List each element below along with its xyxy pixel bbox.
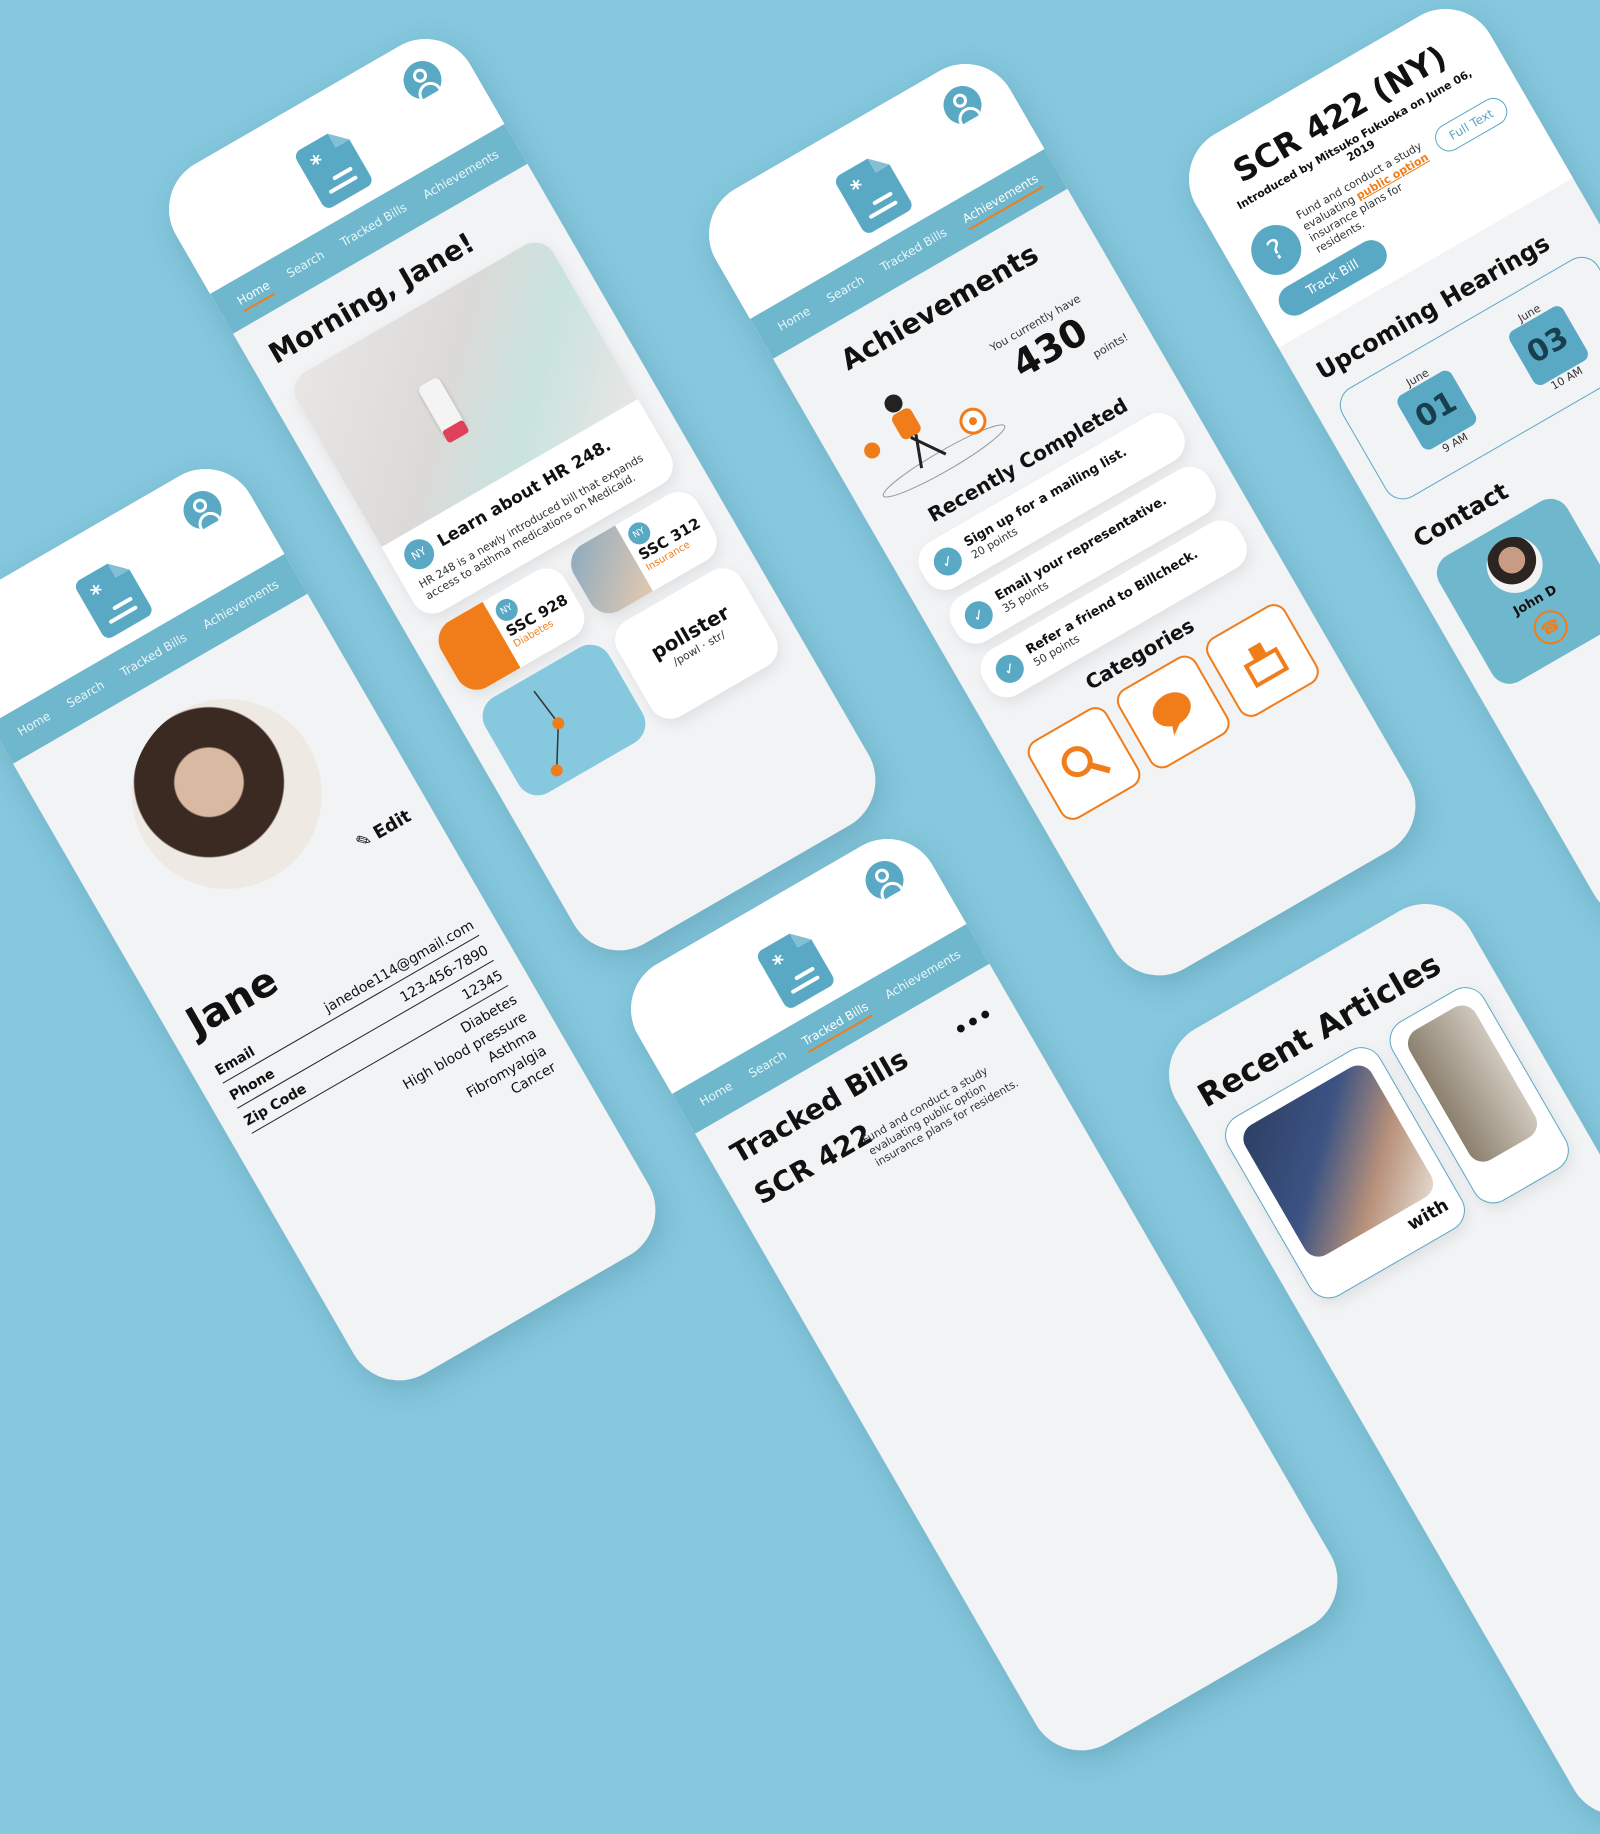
- tab-home[interactable]: Home: [15, 709, 54, 741]
- tracked-bills-screen: * Home Search Tracked Bills Achievements…: [612, 820, 1356, 1769]
- help-icon[interactable]: ?: [1242, 216, 1310, 284]
- state-badge: NY: [399, 534, 440, 575]
- magnifier-icon: [1050, 729, 1118, 797]
- ballot-box-icon: [1228, 626, 1296, 694]
- edit-button[interactable]: Edit: [370, 806, 415, 844]
- tab-search[interactable]: Search: [64, 677, 108, 712]
- tab-home[interactable]: Home: [235, 278, 275, 312]
- profile-photo: [97, 664, 357, 924]
- profile-avatar-button[interactable]: [937, 79, 989, 131]
- checkmark-icon: ✓: [991, 650, 1029, 688]
- profile-avatar-button[interactable]: [177, 484, 229, 536]
- phone-call-icon[interactable]: ☎: [1527, 604, 1573, 650]
- billcheck-logo-icon: *: [755, 926, 836, 1011]
- tab-search[interactable]: Search: [746, 1047, 790, 1082]
- tab-home[interactable]: Home: [697, 1079, 736, 1111]
- profile-avatar-button[interactable]: [397, 54, 449, 106]
- checkmark-icon: ✓: [929, 542, 967, 580]
- hearing-item[interactable]: June 01 9 AM: [1388, 357, 1486, 464]
- hearing-item[interactable]: June 03 10 AM: [1499, 292, 1597, 399]
- more-options-icon[interactable]: •••: [949, 1002, 998, 1045]
- billcheck-logo-icon: *: [73, 556, 154, 641]
- billcheck-logo-icon: *: [833, 151, 914, 236]
- profile-avatar-button[interactable]: [859, 854, 911, 906]
- articles-content: Recent Articles with: [1150, 885, 1600, 1333]
- billcheck-logo-icon: *: [293, 126, 374, 211]
- tab-search[interactable]: Search: [824, 272, 868, 307]
- tab-home[interactable]: Home: [775, 304, 814, 336]
- tab-search[interactable]: Search: [284, 247, 328, 282]
- pencil-icon[interactable]: ✎: [352, 828, 376, 854]
- checkmark-icon: ✓: [960, 596, 998, 634]
- speech-bubble-icon: [1139, 678, 1207, 746]
